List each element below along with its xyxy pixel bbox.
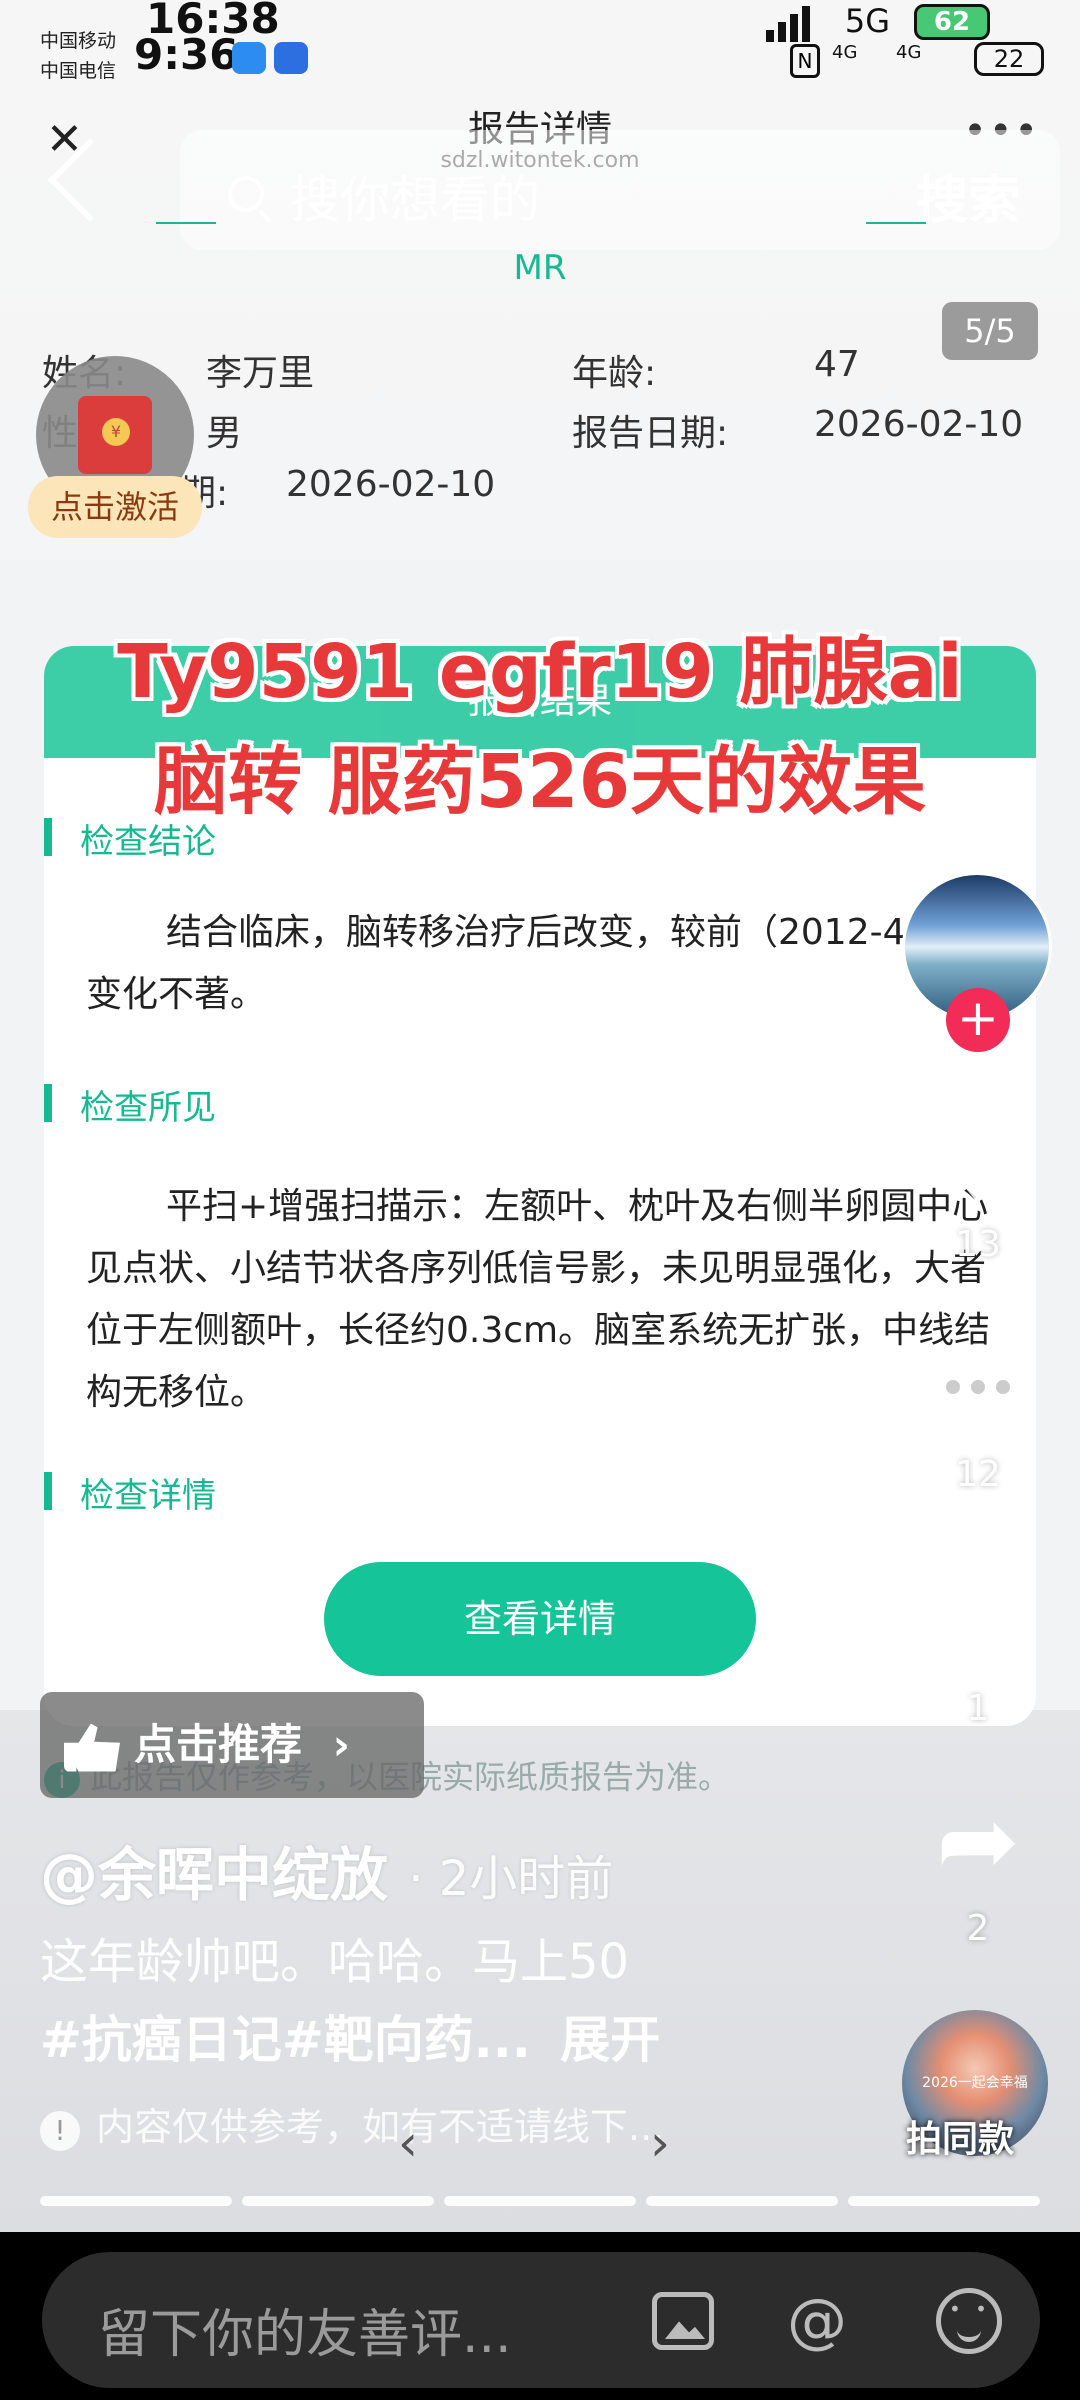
at-mention-icon[interactable]: @ [782,2286,852,2356]
search-input[interactable]: 搜你想看的 [290,160,540,232]
notice-text: 内容仅供参考，如有不适请线下... [96,2105,665,2149]
image-icon[interactable] [652,2292,714,2350]
browser-app-icon [274,42,308,74]
content-notice: ! 内容仅供参考，如有不适请线下... [40,2096,664,2151]
music-label[interactable]: 拍同款 [906,2110,1014,2162]
next-arrow-icon[interactable]: › [650,2114,670,2172]
exam-date-value: 2026-02-10 [286,464,496,505]
like-heart-icon[interactable]: ♥ [920,1110,1036,1220]
name-value: 李万里 [206,353,315,394]
author-name[interactable]: @余晖中绽放 · 2小时前 [40,1828,613,1912]
comment-input[interactable]: 留下你的友善评... [98,2292,512,2367]
progress-segment [646,2196,838,2206]
findings-text: 平扫+增强扫描示：左额叶、枕叶及右侧半卵圆中心见点状、小结节状各序列低信号影，未… [86,1186,991,1413]
battery-icon-2: 22 [974,42,1044,76]
progress-segment [444,2196,636,2206]
comment-bubble-icon[interactable] [920,1344,1036,1432]
age-value: 47 [814,344,860,385]
music-cover-text: 2026一起会幸福 [922,2075,1028,2091]
follow-plus-icon[interactable]: + [946,988,1010,1052]
video-caption: 这年龄帅吧。哈哈。马上50 [40,1934,630,1990]
progress-segment [242,2196,434,2206]
network-4g-a: 4G [832,42,858,63]
search-bar[interactable]: 搜你想看的 搜索 [180,130,1060,250]
recommend-button[interactable]: 点击推荐 › [40,1692,424,1798]
page-indicator: 5/5 [942,302,1038,360]
comment-bar: 留下你的友善评... @ [42,2252,1040,2388]
like-count: 13 [955,1224,1001,1265]
search-button[interactable]: 搜索 [916,158,1020,233]
report-date-label: 报告日期: [572,413,729,454]
gender-value: 男 [206,413,243,454]
video-screen[interactable]: 中国移动 中国电信 16:38 9:36 5G 62 N 4G 4G 22 ✕ … [0,0,1080,2232]
share-arrow-icon[interactable]: ➦ [920,1786,1036,1896]
nfc-icon: N [790,44,820,78]
carrier-1: 中国移动 [40,30,117,52]
emoji-icon[interactable] [936,2288,1002,2354]
status-bar: 中国移动 中国电信 16:38 9:36 5G 62 N 4G 4G 22 [0,0,1080,90]
overlay-title-line1: Ty9591 egfr19 肺腺ai [117,629,963,715]
signal-icon [766,6,810,42]
favorite-star-icon[interactable]: ★ [920,1566,1036,1690]
favorite-count: 1 [966,1688,990,1729]
progress-segment [848,2196,1040,2206]
section-findings-title: 检查所见 [44,1080,216,1129]
battery-icon: 62 [914,4,990,40]
activate-button[interactable]: 点击激活 [28,476,202,538]
network-4g-b: 4G [896,42,922,63]
carrier-2: 中国电信 [40,60,117,82]
search-icon [228,176,264,212]
view-details-button[interactable]: 查看详情 [324,1562,756,1676]
share-count: 2 [966,1908,990,1949]
chevron-right-icon: › [332,1720,350,1769]
video-tags: #抗癌日记#靶向药... 展开 [40,2000,660,2072]
carousel-progress [40,2196,1040,2206]
thumbs-up-icon [64,1723,120,1772]
warning-icon: ! [40,2111,80,2151]
overlay-title-line2: 脑转 服药526天的效果 [153,739,927,825]
age-label: 年龄: [572,353,657,394]
clock-secondary: 9:36 [134,30,239,79]
hashtags[interactable]: #抗癌日记#靶向药... [40,2011,531,2069]
author-handle[interactable]: @余晖中绽放 [40,1841,388,1909]
report-date-value: 2026-02-10 [814,404,1024,445]
conclusion-text: 结合临床，脑转移治疗后改变，较前（2012-4MR）变化不著。 [86,912,998,1015]
recommend-label: 点击推荐 [134,1720,303,1769]
post-time: · 2小时前 [408,1851,614,1907]
message-app-icon [232,42,266,74]
prev-arrow-icon[interactable]: ‹ [398,2114,418,2172]
coin-icon: ¥ [102,418,130,446]
progress-segment [40,2196,232,2206]
section-details-title: 检查详情 [44,1468,216,1517]
network-type: 5G [844,2,890,40]
modality-label: MR [513,248,567,288]
expand-link[interactable]: 展开 [560,2011,660,2069]
comment-count: 12 [955,1454,1001,1495]
